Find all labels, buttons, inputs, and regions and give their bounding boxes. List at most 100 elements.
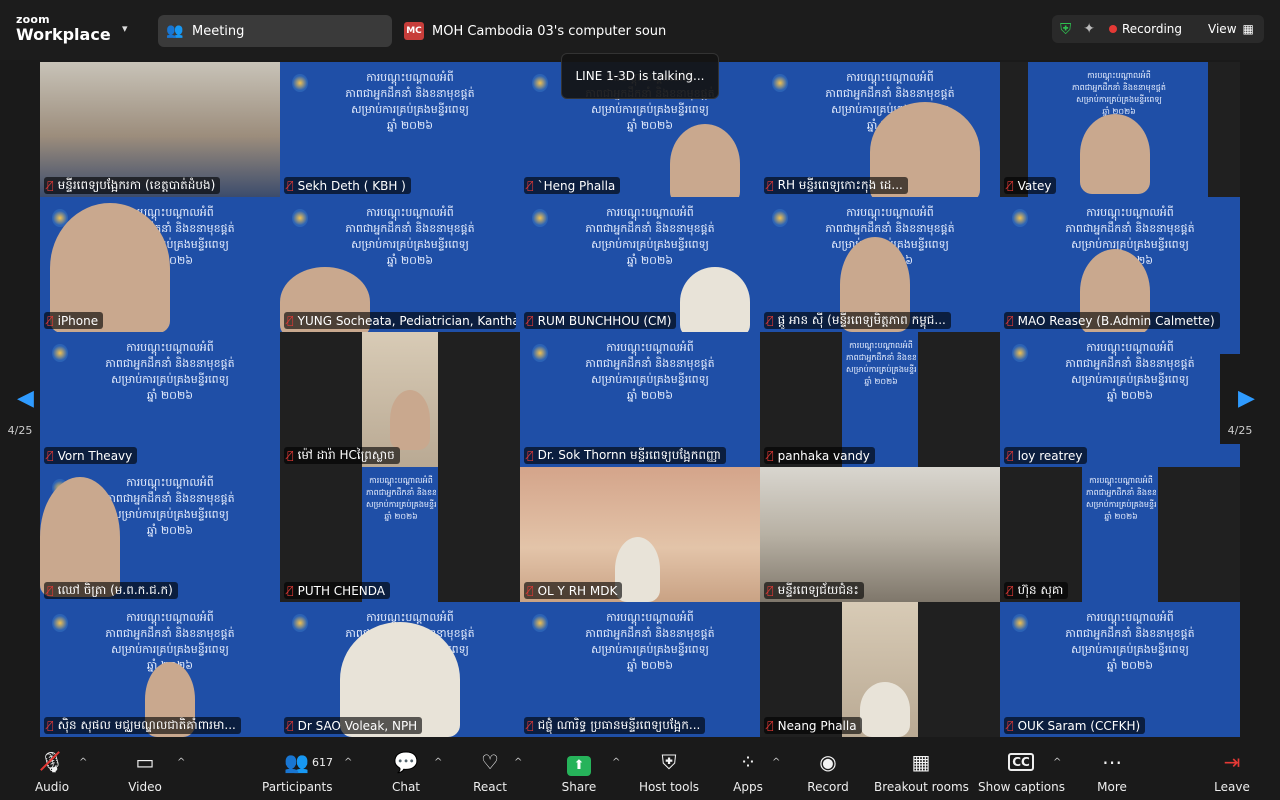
- video-gallery: 🎙̸ មន្ទីរពេទ្យបង្អែករកា (ខេត្តបាត់ដំបង)កា…: [40, 62, 1240, 737]
- leave-icon: ⇥: [1223, 750, 1241, 774]
- ministry-logo-icon: [772, 74, 788, 92]
- slide-line: ការបណ្តុះបណ្តាលអំពី: [1086, 611, 1174, 624]
- captions-options-caret[interactable]: ^: [1053, 757, 1061, 768]
- video-label: Video: [128, 780, 162, 794]
- ministry-logo-icon: [52, 344, 68, 362]
- host-tools-button[interactable]: ⛨ Host tools: [636, 748, 702, 794]
- participant-tile[interactable]: ការបណ្តុះបណ្តាលអំពីភាពជាអ្នកដឹកនាំ និងខន…: [760, 197, 1000, 332]
- share-source[interactable]: MC MOH Cambodia 03's computer soun: [404, 22, 666, 40]
- participant-tile[interactable]: ការបណ្តុះបណ្តាលអំពីភាពជាអ្នកដឹកនាំ និងខន…: [1000, 197, 1240, 332]
- slide-line: ការបណ្តុះបណ្តាលអំពី: [606, 206, 694, 219]
- participants-options-caret[interactable]: ^: [344, 757, 352, 768]
- share-options-caret[interactable]: ^: [612, 757, 620, 768]
- view-button[interactable]: View: [1208, 22, 1236, 36]
- grid-icon[interactable]: ▦: [1243, 22, 1254, 36]
- participant-tile[interactable]: 🎙̸ Neang Phalla: [760, 602, 1000, 737]
- apps-options-caret[interactable]: ^: [772, 757, 780, 768]
- participant-tile[interactable]: ការបណ្តុះបណ្តាលអំពីភាពជាអ្នកដឹកនាំ និងខន…: [40, 467, 280, 602]
- sparkle-icon[interactable]: ✦: [1083, 21, 1095, 37]
- brand-line2: Workplace: [16, 25, 111, 44]
- page-indicator-left: 4/25: [7, 424, 33, 437]
- previous-page-button[interactable]: ◀ 4/25: [0, 354, 40, 444]
- participant-tile[interactable]: ការបណ្តុះបណ្តាលអំពីភាពជាអ្នកដឹកនាំ និងខន…: [1000, 332, 1240, 467]
- participant-name-tag: 🎙̸ Vorn Theavy: [44, 447, 138, 464]
- slide-line: ការបណ្តុះបណ្តាលអំពី: [849, 341, 913, 350]
- participant-name: panhaka vandy: [777, 448, 870, 463]
- participant-tile[interactable]: ការបណ្តុះបណ្តាលអំពីភាពជាអ្នកដឹកនាំ និងខន…: [1000, 62, 1240, 197]
- talking-indicator: LINE 1-3D is talking...: [561, 53, 719, 99]
- slide-line: ការបណ្តុះបណ្តាលអំពី: [126, 341, 214, 354]
- record-button[interactable]: ◉ Record: [806, 748, 850, 794]
- slide-line: សម្រាប់ការគ្រប់គ្រងមន្ទីរពេទ្យ: [366, 500, 436, 509]
- meeting-button[interactable]: 👥 Meeting: [158, 15, 392, 47]
- slide-line: ឆ្នាំ ២០២៦: [626, 389, 674, 402]
- muted-mic-icon: 🎙̸: [287, 314, 294, 327]
- slide-line: ភាពជាអ្នកដឹកនាំ និងខនាមុខផ្គត់: [1065, 357, 1195, 370]
- leave-button[interactable]: ⇥ Leave: [1212, 748, 1252, 794]
- chevron-down-icon[interactable]: ▾: [122, 22, 128, 35]
- show-captions-button[interactable]: CC Show captions: [978, 748, 1065, 794]
- more-label: More: [1097, 780, 1127, 794]
- participant-tile[interactable]: 🎙̸ មន្ទីរពេទ្យជ័យជំនះ: [760, 467, 1000, 602]
- participant-tile[interactable]: 🎙̸ ម៉ៅ ដារ៉ា HCព្រៃស្លាច: [280, 332, 520, 467]
- participant-tile[interactable]: ការបណ្តុះបណ្តាលអំពីភាពជាអ្នកដឹកនាំ និងខន…: [520, 197, 760, 332]
- slide-line: ការបណ្តុះបណ្តាលអំពី: [369, 476, 433, 485]
- video-options-caret[interactable]: ^: [177, 757, 185, 768]
- participant-tile[interactable]: ការបណ្តុះបណ្តាលអំពីភាពជាអ្នកដឹកនាំ និងខន…: [40, 332, 280, 467]
- apps-button[interactable]: ⁘ Apps: [728, 748, 768, 794]
- participant-tile[interactable]: ការបណ្តុះបណ្តាលអំពីភាពជាអ្នកដឹកនាំ និងខន…: [1000, 602, 1240, 737]
- react-options-caret[interactable]: ^: [514, 757, 522, 768]
- chat-label: Chat: [391, 780, 421, 794]
- grid-icon: ▦: [911, 750, 931, 774]
- slide-line: សម្រាប់ការគ្រប់គ្រងមន្ទីរពេទ្យ: [1071, 238, 1189, 251]
- slide-line: ឆ្នាំ ២០២៦: [386, 254, 434, 267]
- video-button[interactable]: ▭ Video: [120, 748, 170, 794]
- participant-tile[interactable]: ការបណ្តុះបណ្តាលអំពីភាពជាអ្នកដឹកនាំ និងខន…: [760, 332, 1000, 467]
- chat-options-caret[interactable]: ^: [434, 757, 442, 768]
- audio-button[interactable]: 🎙 Audio: [28, 748, 76, 794]
- share-button[interactable]: ⬆ Share: [559, 748, 599, 794]
- react-button[interactable]: ♡ React: [470, 748, 510, 794]
- participant-tile[interactable]: ការបណ្តុះបណ្តាលអំពីភាពជាអ្នកដឹកនាំ និងខន…: [1000, 467, 1240, 602]
- participant-tile[interactable]: ការបណ្តុះបណ្តាលអំពីភាពជាអ្នកដឹកនាំ និងខន…: [760, 62, 1000, 197]
- participant-tile[interactable]: ការបណ្តុះបណ្តាលអំពីភាពជាអ្នកដឹកនាំ និងខន…: [280, 62, 520, 197]
- participant-tile[interactable]: ការបណ្តុះបណ្តាលអំពីភាពជាអ្នកដឹកនាំ និងខន…: [520, 332, 760, 467]
- participant-tile[interactable]: 🎙̸ មន្ទីរពេទ្យបង្អែករកា (ខេត្តបាត់ដំបង): [40, 62, 280, 197]
- audio-label: Audio: [34, 780, 70, 794]
- participant-name: OUK Saram (CCFKH): [1017, 718, 1141, 733]
- participant-tile[interactable]: ការបណ្តុះបណ្តាលអំពីភាពជាអ្នកដឹកនាំ និងខន…: [520, 602, 760, 737]
- slide-line: សម្រាប់ការគ្រប់គ្រងមន្ទីរពេទ្យ: [1086, 500, 1156, 509]
- slide-line: ភាពជាអ្នកដឹកនាំ និងខនាមុខផ្គត់: [1065, 627, 1195, 640]
- participant-name-tag: 🎙̸ RUM BUNCHHOU (CM): [524, 312, 677, 329]
- participants-button[interactable]: 👥 Participants: [262, 748, 333, 794]
- participant-tile[interactable]: ការបណ្តុះបណ្តាលអំពីភាពជាអ្នកដឹកនាំ និងខន…: [280, 467, 520, 602]
- participant-tile[interactable]: ការបណ្តុះបណ្តាលអំពីភាពជាអ្នកដឹកនាំ និងខន…: [280, 602, 520, 737]
- slide-line: ភាពជាអ្នកដឹកនាំ និងខនាមុខផ្គត់: [585, 222, 715, 235]
- muted-mic-icon: 🎙̸: [47, 584, 54, 597]
- participant-tile[interactable]: 🎙̸ OL Y RH MDK: [520, 467, 760, 602]
- zoom-logo[interactable]: zoom Workplace: [16, 14, 111, 43]
- shared-slide: ការបណ្តុះបណ្តាលអំពីភាពជាអ្នកដឹកនាំ និងខន…: [846, 340, 916, 445]
- participant-tile[interactable]: ការបណ្តុះបណ្តាលអំពីភាពជាអ្នកដឹកនាំ និងខន…: [280, 197, 520, 332]
- participant-figure: [40, 477, 120, 597]
- participant-tile[interactable]: ការបណ្តុះបណ្តាលអំពីភាពជាអ្នកដឹកនាំ និងខន…: [40, 602, 280, 737]
- shield-check-icon[interactable]: ⛨: [1060, 20, 1071, 38]
- participant-name-tag: 🎙̸ ផ្ដូ អាន សុី (មន្ទីរពេទ្យមិត្តភាព កម្ព…: [764, 312, 951, 329]
- slide-line: សម្រាប់ការគ្រប់គ្រងមន្ទីរពេទ្យ: [1071, 373, 1189, 386]
- chat-button[interactable]: 💬 Chat: [386, 748, 426, 794]
- more-button[interactable]: ⋯ More: [1092, 748, 1132, 794]
- participant-figure: [860, 682, 910, 737]
- slide-line: ភាពជាអ្នកដឹកនាំ និងខនាមុខផ្គត់: [105, 357, 235, 370]
- slide-line: ការបណ្តុះបណ្តាលអំពី: [846, 206, 934, 219]
- participant-figure: [680, 267, 750, 332]
- react-label: React: [473, 780, 507, 794]
- muted-mic-icon: 🎙̸: [1007, 584, 1014, 597]
- participant-tile[interactable]: ការបណ្តុះបណ្តាលអំពីភាពជាអ្នកដឹកនាំ និងខន…: [40, 197, 280, 332]
- apps-label: Apps: [733, 780, 763, 794]
- slide-line: ភាពជាអ្នកដឹកនាំ និងខនាមុខផ្គត់: [585, 627, 715, 640]
- breakout-rooms-button[interactable]: ▦ Breakout rooms: [874, 748, 969, 794]
- recording-label[interactable]: Recording: [1122, 22, 1182, 36]
- audio-options-caret[interactable]: ^: [79, 757, 87, 768]
- muted-mic-icon: 🎙̸: [1007, 449, 1014, 462]
- next-page-button[interactable]: ▶ 4/25: [1220, 354, 1260, 444]
